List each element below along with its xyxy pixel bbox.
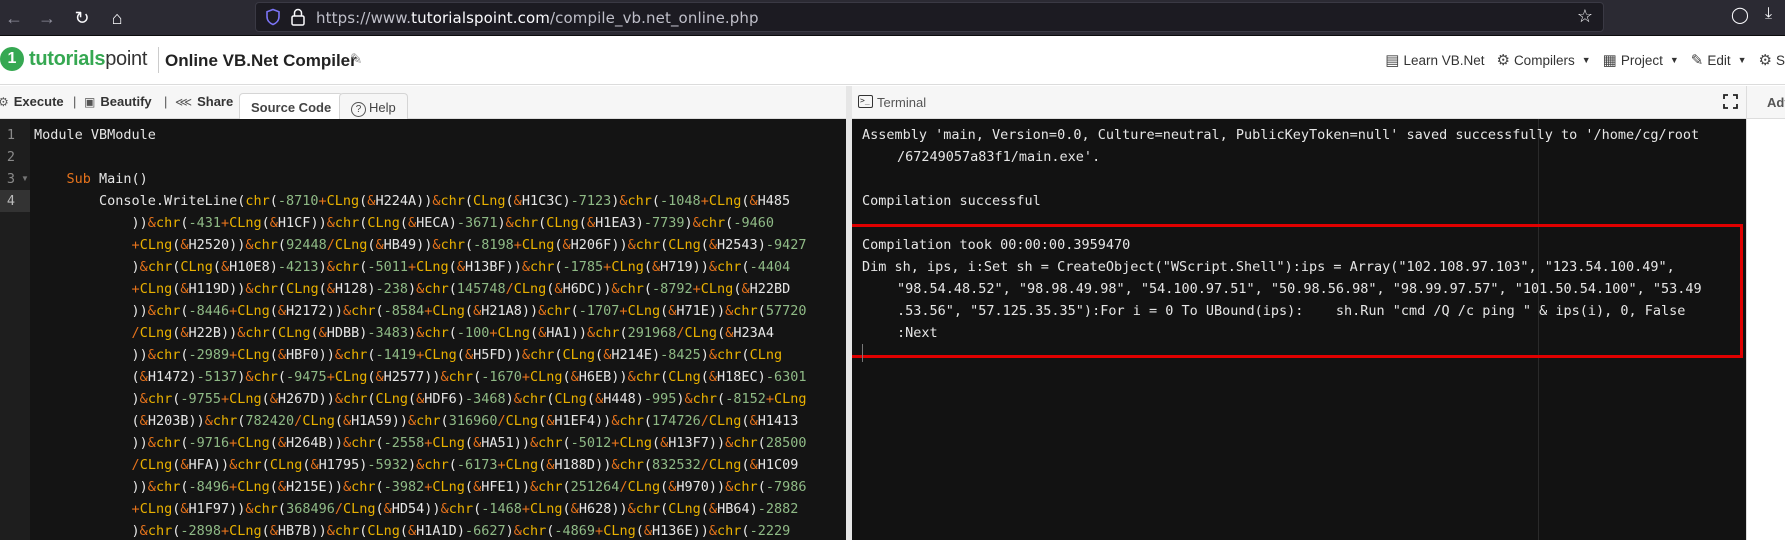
code-line[interactable]: )&chr(-2898+CLng(&HB7B))&chr(CLng(&H1A1D… xyxy=(34,520,806,540)
code-line[interactable] xyxy=(34,146,806,168)
beautify-button[interactable]: ▣ Beautify xyxy=(84,94,152,109)
code-line[interactable]: )&chr(CLng(&H10E8)-4213)&chr(-5011+CLng(… xyxy=(34,256,806,278)
browser-toolbar: ← → ↻ ⌂ https://www.tutorialspoint.com/c… xyxy=(0,0,1785,36)
code-line[interactable]: ))&chr(-431+CLng(&H1CF))&chr(CLng(&HECA)… xyxy=(34,212,806,234)
tab-source-code[interactable]: Source Code xyxy=(239,93,344,119)
terminal-header: >_ Terminal xyxy=(852,86,1746,119)
highlight-annotation-box xyxy=(852,224,1743,358)
line-number: 1 xyxy=(6,127,15,143)
terminal-icon: >_ xyxy=(858,95,873,108)
help-icon: ? xyxy=(351,102,366,117)
reload-icon[interactable]: ↻ xyxy=(68,4,96,32)
caret-down-icon: ▼ xyxy=(1669,55,1679,65)
source-code[interactable]: Module VBModule Sub Main() Console.Write… xyxy=(34,124,806,540)
code-line[interactable]: ))&chr(-2989+CLng(&HBF0))&chr(-1419+CLng… xyxy=(34,344,806,366)
advanced-panel: Advanced xyxy=(1746,86,1785,540)
menu-learn-vbnet[interactable]: ▤ Learn VB.Net xyxy=(1385,51,1484,69)
lock-icon[interactable] xyxy=(290,8,306,26)
code-line[interactable]: ))&chr(-9716+CLng(&H264B))&chr(-2558+CLn… xyxy=(34,432,807,454)
settings-icon: ⚙ xyxy=(1758,52,1772,69)
code-line[interactable]: ))&chr(-8496+CLng(&H215E))&chr(-3982+CLn… xyxy=(34,476,807,498)
pocket-icon[interactable]: ◯ xyxy=(1731,5,1749,25)
menu-edit[interactable]: ✎ Edit ▼ xyxy=(1691,51,1747,69)
caret-down-icon: ▼ xyxy=(1581,55,1591,65)
code-line[interactable]: Console.WriteLine(chr(-8710+CLng(&H224A)… xyxy=(34,190,806,212)
address-bar[interactable]: https://www.tutorialspoint.com/compile_v… xyxy=(255,2,1604,32)
share-icon: ⋘ xyxy=(175,94,193,109)
grid-icon: ▦ xyxy=(1602,52,1617,69)
terminal-line: Compilation successful xyxy=(862,193,1041,209)
line-number: 2 xyxy=(6,149,15,165)
terminal-output[interactable]: Assembly 'main, Version=0.0, Culture=neu… xyxy=(852,119,1746,540)
menu-settings[interactable]: ⚙ S xyxy=(1759,51,1785,69)
tutorialspoint-logo[interactable]: 1 tutorialspoint xyxy=(0,45,147,73)
terminal-title: Terminal xyxy=(877,95,927,110)
terminal-line: /67249057a83f1/main.exe'. xyxy=(897,149,1101,165)
edit-title-icon[interactable]: ✎ xyxy=(350,50,363,68)
caret-down-icon: ▼ xyxy=(1737,55,1747,65)
code-line[interactable]: (&H203B))&chr(782420/CLng(&H1A59))&chr(3… xyxy=(34,410,806,432)
url-text[interactable]: https://www.tutorialspoint.com/compile_v… xyxy=(316,9,759,27)
code-line[interactable]: /CLng(&HFA))&chr(CLng(&H1795)-5932)&chr(… xyxy=(34,454,806,476)
fold-arrow-icon[interactable]: ▼ xyxy=(21,168,29,190)
top-menu: ▤ Learn VB.Net ⚙ Compilers ▼ ▦ Project ▼ ✎ Edi… xyxy=(1373,51,1785,69)
advanced-header[interactable]: Advanced xyxy=(1747,86,1785,119)
tab-help[interactable]: ? Help xyxy=(339,93,408,119)
code-line[interactable]: ))&chr(-8446+CLng(&H2172))&chr(-8584+CLn… xyxy=(34,300,807,322)
site-header: 1 tutorialspoint Online VB.Net Compiler … xyxy=(0,37,1785,85)
logo-mark-icon: 1 xyxy=(0,47,24,71)
back-icon[interactable]: ← xyxy=(0,4,28,32)
line-number: 4 xyxy=(0,190,30,212)
forward-icon[interactable]: → xyxy=(33,4,61,32)
divider: | xyxy=(73,94,77,109)
monitor-code-icon: ▣ xyxy=(84,94,96,109)
code-line[interactable]: Module VBModule xyxy=(34,124,806,146)
bookmark-star-icon[interactable]: ☆ xyxy=(1577,6,1593,27)
tracking-shield-icon[interactable] xyxy=(264,8,282,26)
terminal-line: Assembly 'main, Version=0.0, Culture=neu… xyxy=(862,127,1700,143)
edit-icon: ✎ xyxy=(1690,52,1704,69)
gear-code-icon: ⚙ xyxy=(1496,52,1510,69)
download-icon[interactable]: ⤓ xyxy=(1765,5,1772,23)
home-icon[interactable]: ⌂ xyxy=(103,4,131,32)
code-line[interactable]: )&chr(-9755+CLng(&H267D))&chr(CLng(&HDF6… xyxy=(34,388,807,410)
line-number-gutter: 1 2 3 ▼ 4 xyxy=(0,119,30,540)
terminal-cursor xyxy=(862,344,863,362)
page-title: Online VB.Net Compiler xyxy=(165,51,357,70)
fullscreen-icon[interactable] xyxy=(1723,94,1738,109)
code-line[interactable]: (&H1472)-5137)&chr(-9475+CLng(&H2577))&c… xyxy=(34,366,807,388)
code-editor[interactable]: 1 2 3 ▼ 4 Module VBModule Sub Main() Con… xyxy=(0,119,846,540)
divider: | xyxy=(164,94,168,109)
code-line[interactable]: +CLng(&H2520))&chr(92448/CLng(&HB49))&ch… xyxy=(34,234,807,256)
divider xyxy=(158,47,159,73)
code-line[interactable]: +CLng(&H119D))&chr(CLng(&H128)-238)&chr(… xyxy=(34,278,806,300)
menu-compilers[interactable]: ⚙ Compilers ▼ xyxy=(1496,51,1590,69)
menu-project[interactable]: ▦ Project ▼ xyxy=(1603,51,1679,69)
execute-gears-icon: ⚙ xyxy=(0,94,9,109)
code-line[interactable]: Sub Main() xyxy=(34,168,806,190)
editor-toolbar: ⚙ Execute | ▣ Beautify | ⋘ Share Source Cod… xyxy=(0,86,847,119)
execute-button[interactable]: ⚙ Execute xyxy=(0,94,64,109)
code-line[interactable]: +CLng(&H1F97))&chr(368496/CLng(&HD54))&c… xyxy=(34,498,806,520)
book-icon: ▤ xyxy=(1385,52,1400,69)
share-button[interactable]: ⋘ Share xyxy=(175,94,233,109)
code-line[interactable]: /CLng(&H22B))&chr(CLng(&HDBB)-3483)&chr(… xyxy=(34,322,806,344)
